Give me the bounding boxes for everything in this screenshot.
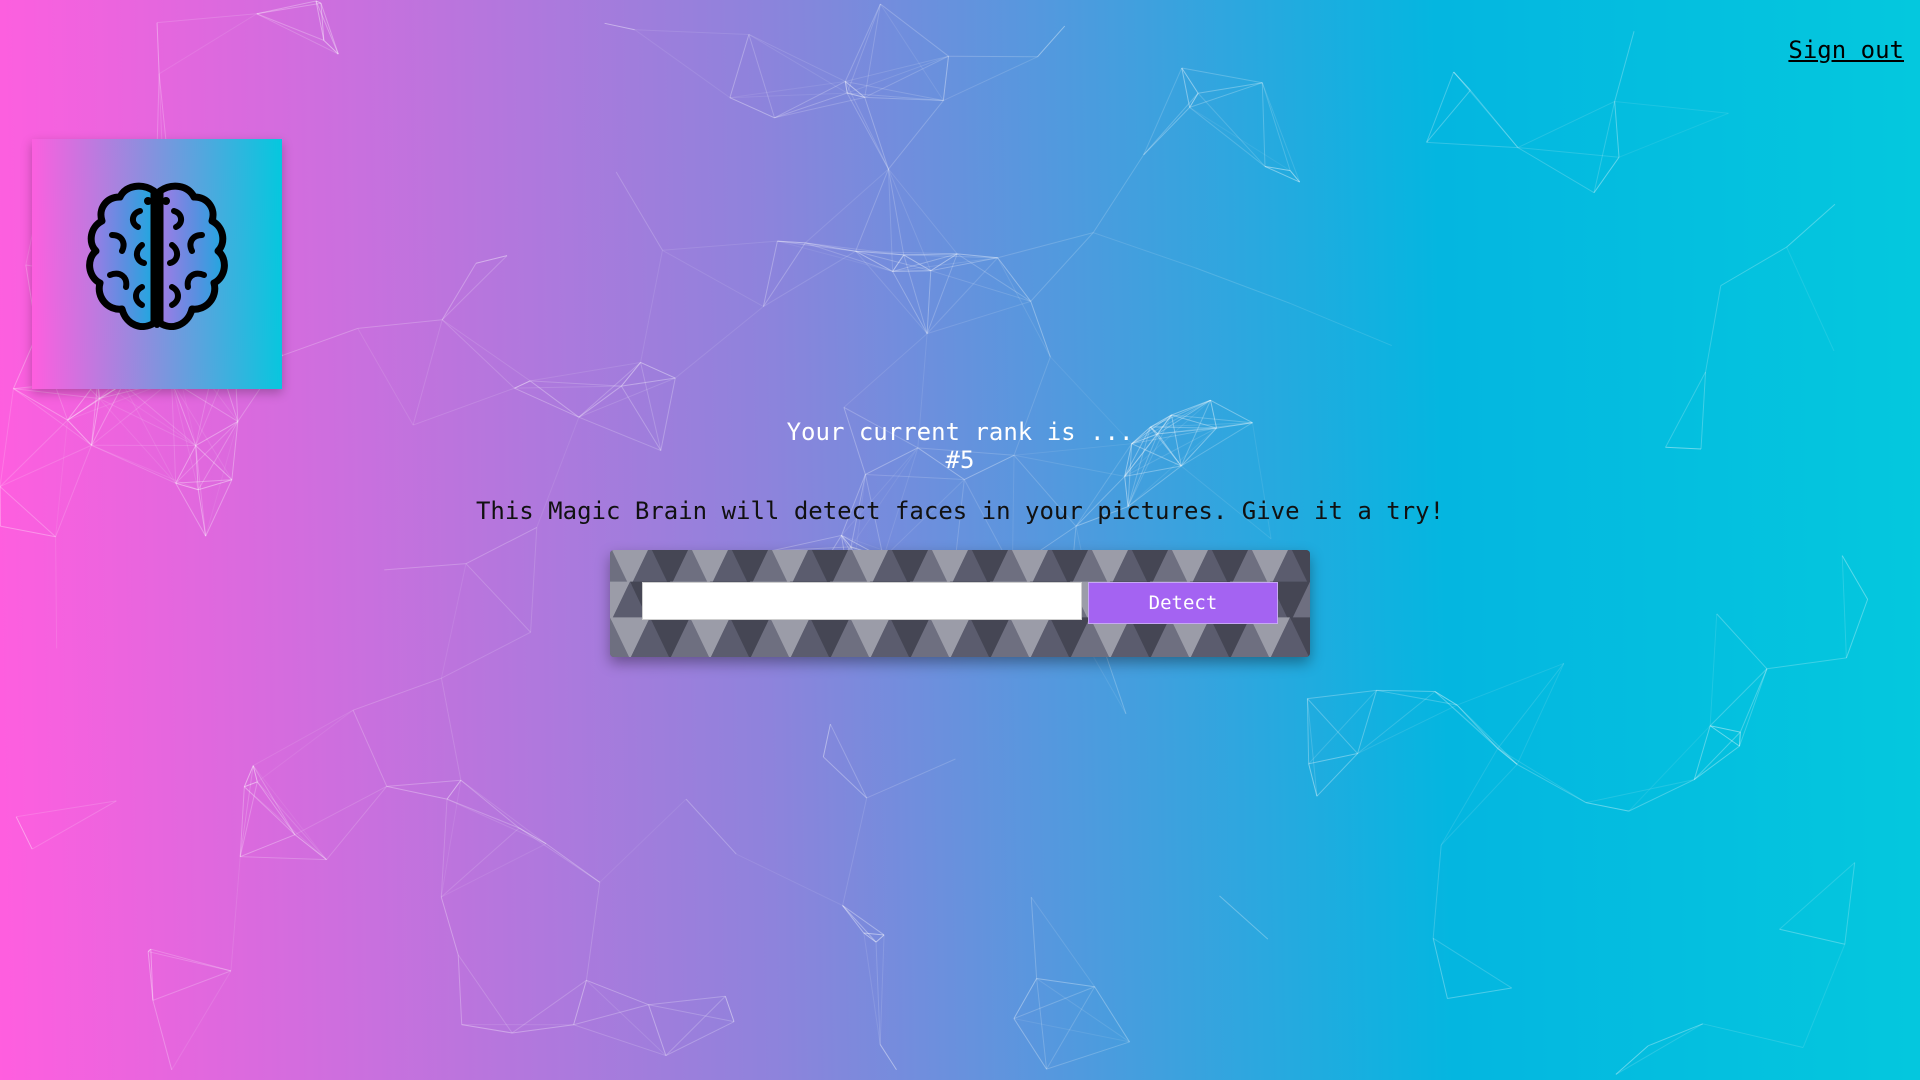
image-url-input[interactable] (642, 582, 1082, 620)
rank-heading: Your current rank is ... (786, 418, 1134, 446)
particle-network-background (0, 0, 1869, 1075)
rank-value: #5 (945, 446, 975, 474)
sign-out-link[interactable]: Sign out (1788, 36, 1904, 64)
tagline: This Magic Brain will detect faces in yo… (475, 497, 1445, 525)
rank-display: Your current rank is ... #5 (0, 418, 1920, 474)
image-url-form: Detect (610, 550, 1310, 657)
brain-icon (86, 182, 228, 330)
detect-button[interactable]: Detect (1088, 582, 1278, 624)
logo[interactable] (32, 139, 282, 389)
